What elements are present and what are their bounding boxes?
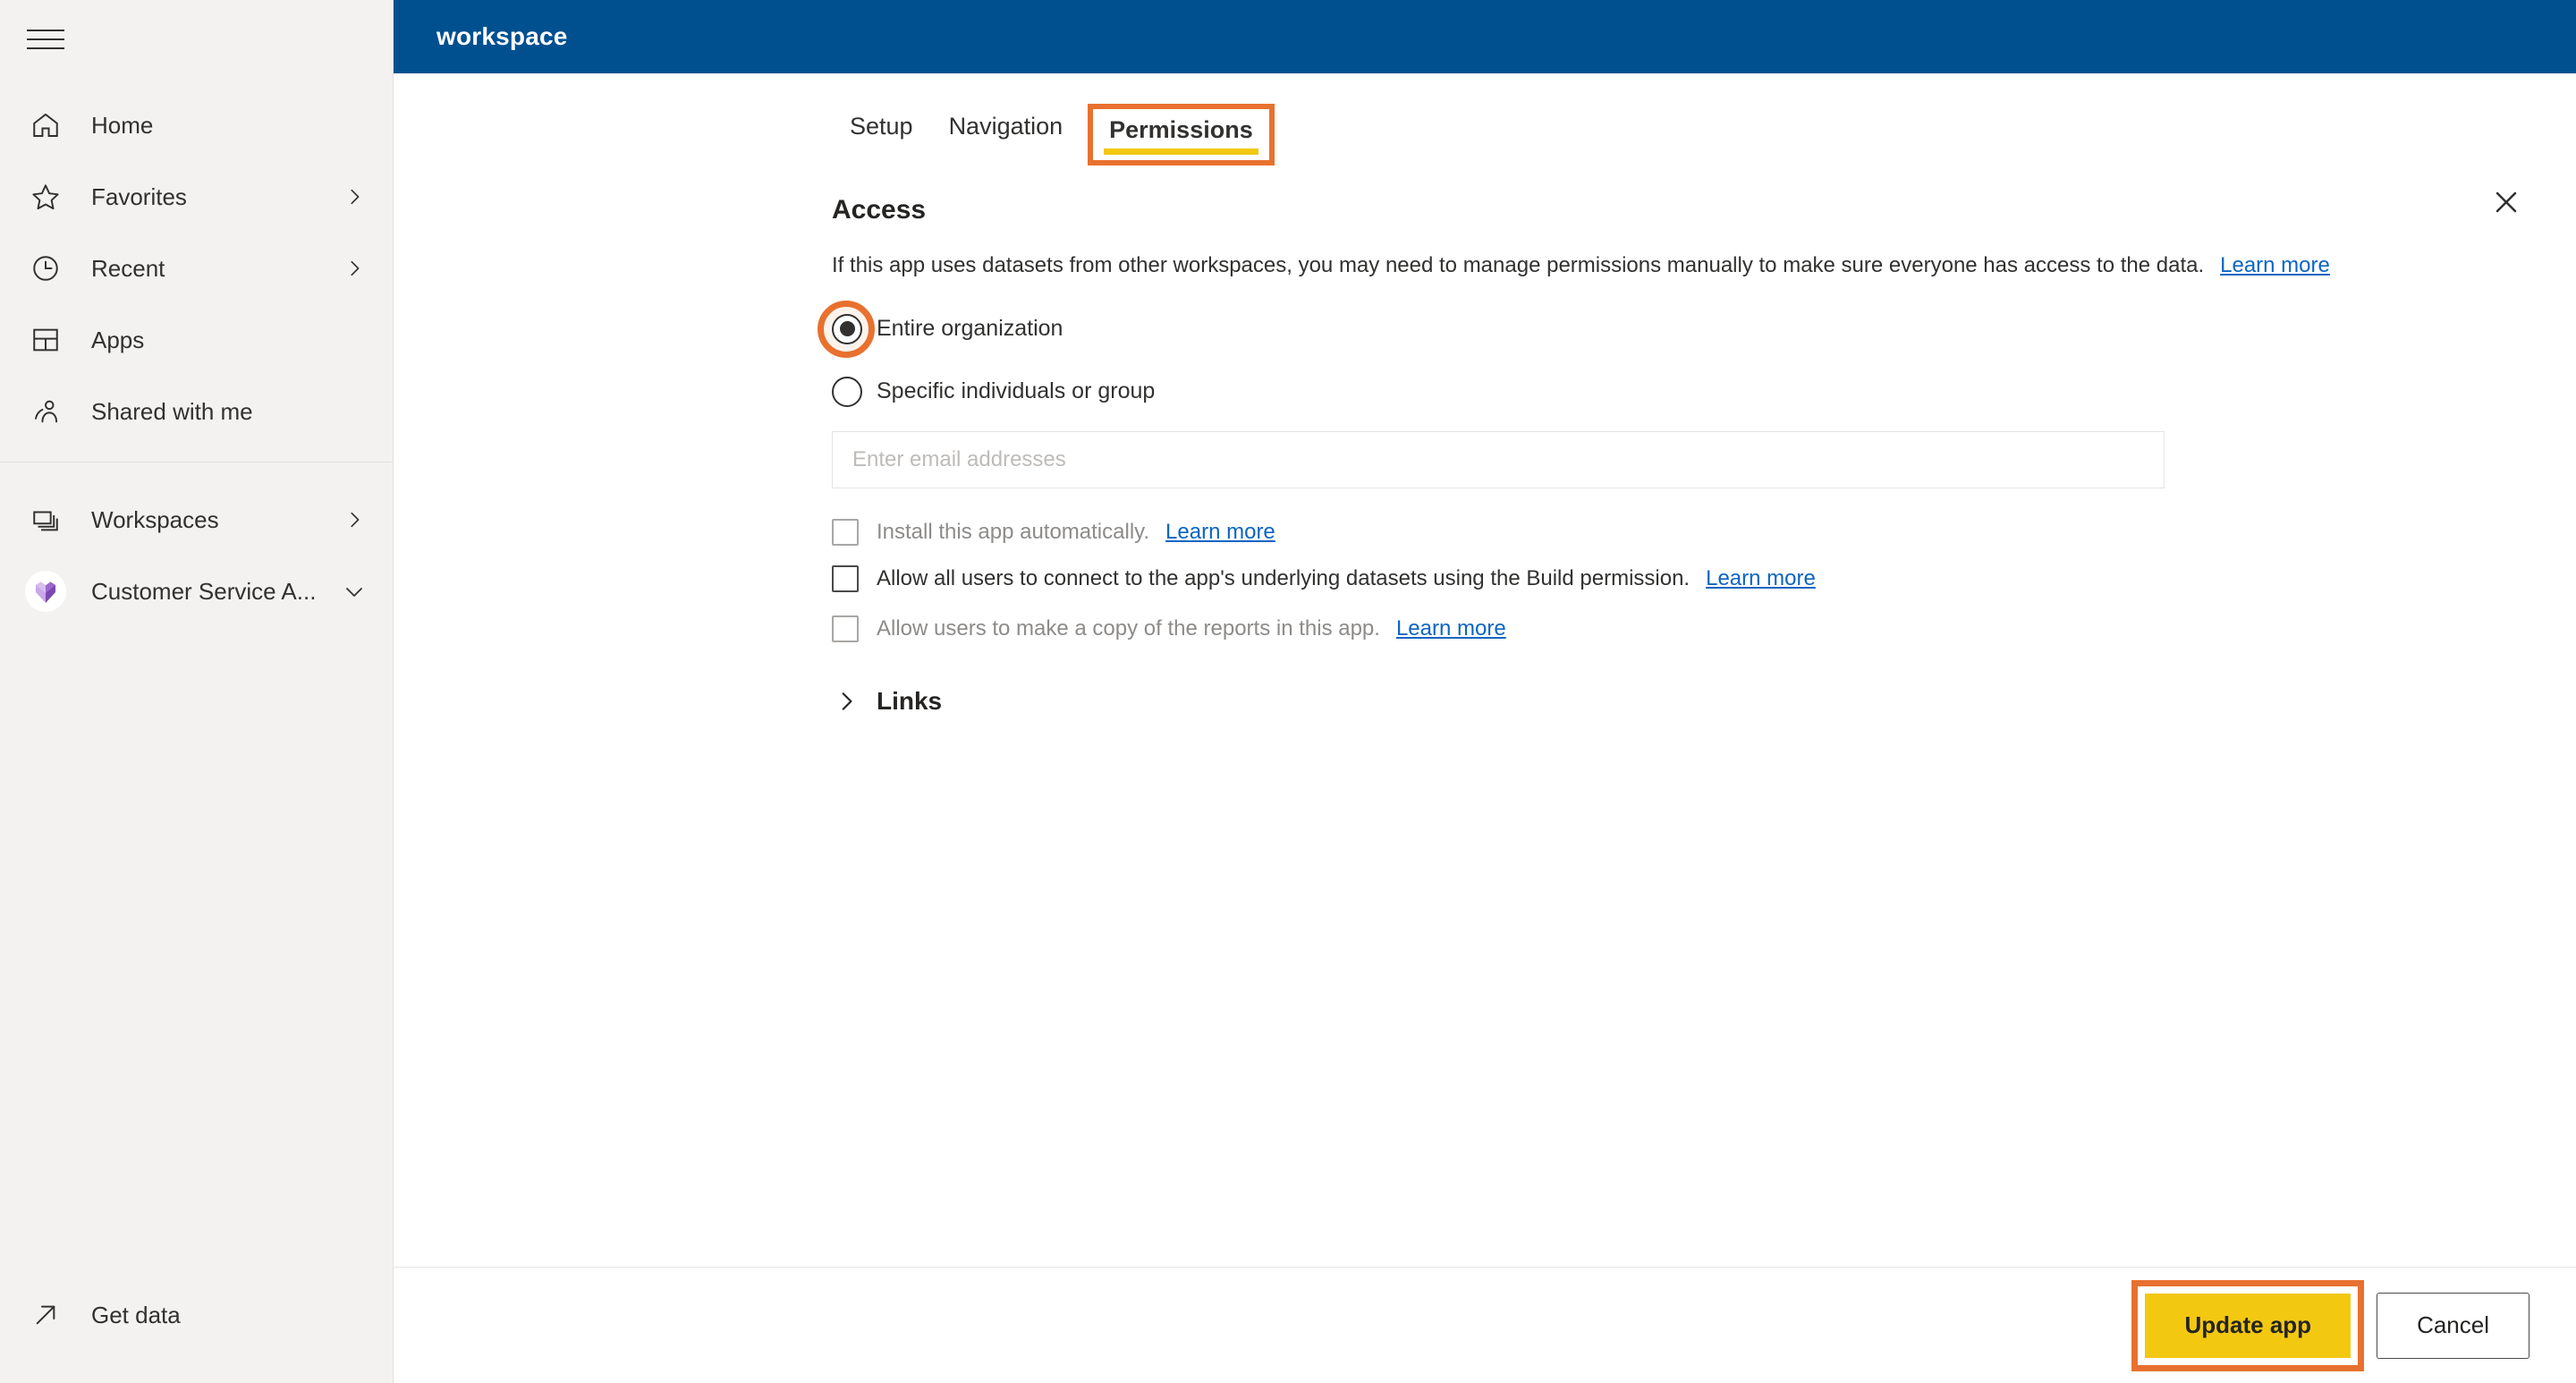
sidebar-item-customer-service-app[interactable]: Customer Service A... bbox=[0, 556, 393, 627]
chevron-right-icon[interactable] bbox=[343, 185, 366, 208]
learn-more-link-build[interactable]: Learn more bbox=[1706, 566, 1816, 591]
sidebar: Home Favorites Recent Apps Shared with m… bbox=[0, 0, 394, 1383]
tab-permissions[interactable]: Permissions bbox=[1093, 109, 1269, 160]
sidebar-item-label: Home bbox=[91, 111, 154, 139]
checkbox-input[interactable] bbox=[832, 615, 859, 642]
checkbox-allow-copy-reports[interactable]: Allow users to make a copy of the report… bbox=[832, 615, 2522, 642]
tab-label: Setup bbox=[850, 113, 913, 140]
dialog-footer: Update app Cancel bbox=[394, 1267, 2576, 1383]
checkbox-label: Allow all users to connect to the app's … bbox=[877, 565, 1690, 590]
sidebar-item-label: Get data bbox=[91, 1301, 181, 1328]
radio-label: Entire organization bbox=[877, 316, 1063, 342]
chevron-right-icon bbox=[832, 687, 860, 716]
radio-selected-dot bbox=[839, 321, 855, 337]
checkbox-input[interactable] bbox=[832, 518, 859, 546]
email-input[interactable] bbox=[852, 446, 2164, 472]
access-section: Access If this app uses datasets from ot… bbox=[394, 195, 2576, 716]
radio-input[interactable] bbox=[832, 376, 862, 407]
star-icon bbox=[25, 176, 66, 217]
tab-setup[interactable]: Setup bbox=[832, 104, 931, 155]
sidebar-item-label: Favorites bbox=[91, 182, 187, 210]
chevron-down-icon[interactable] bbox=[343, 580, 366, 603]
workspace-header: workspace bbox=[394, 0, 2576, 73]
radio-entire-organization[interactable]: Entire organization bbox=[818, 300, 2522, 358]
learn-more-link-install[interactable]: Learn more bbox=[1165, 520, 1275, 545]
sidebar-item-label: Recent bbox=[91, 254, 165, 282]
tab-strip: Setup Navigation Permissions bbox=[394, 73, 2576, 174]
links-section-toggle[interactable]: Links bbox=[832, 687, 2522, 716]
update-app-highlight: Update app bbox=[2131, 1279, 2365, 1371]
access-description: If this app uses datasets from other wor… bbox=[832, 253, 2205, 277]
main-pane: workspace Setup Navigation Permissions A… bbox=[394, 0, 2576, 1383]
app-root: Home Favorites Recent Apps Shared with m… bbox=[0, 0, 2576, 1383]
content-area: Setup Navigation Permissions Access If t… bbox=[394, 73, 2576, 1267]
chevron-right-icon[interactable] bbox=[343, 508, 366, 531]
sidebar-item-get-data[interactable]: Get data bbox=[0, 1279, 393, 1351]
chevron-right-icon[interactable] bbox=[343, 257, 366, 280]
section-heading-access: Access bbox=[832, 195, 927, 225]
tab-label: Permissions bbox=[1109, 116, 1253, 143]
tab-navigation[interactable]: Navigation bbox=[931, 104, 1081, 155]
apps-grid-icon bbox=[25, 319, 66, 361]
hamburger-menu-icon[interactable] bbox=[27, 26, 64, 53]
sidebar-item-label: Workspaces bbox=[91, 505, 219, 533]
sidebar-item-favorites[interactable]: Favorites bbox=[0, 161, 393, 233]
links-section-label: Links bbox=[877, 686, 943, 715]
checkbox-install-app-automatically[interactable]: Install this app automatically. Learn mo… bbox=[832, 518, 2522, 546]
tab-active-underline bbox=[1104, 148, 1258, 155]
sidebar-item-recent[interactable]: Recent bbox=[0, 233, 393, 304]
sidebar-item-home[interactable]: Home bbox=[0, 89, 393, 161]
sidebar-bottom: Get data bbox=[0, 1279, 393, 1383]
radio-label: Specific individuals or group bbox=[877, 378, 1156, 404]
close-icon[interactable] bbox=[2483, 179, 2529, 225]
sidebar-item-label: Apps bbox=[91, 326, 145, 353]
arrow-up-right-icon bbox=[25, 1294, 66, 1336]
app-avatar-icon bbox=[25, 571, 66, 612]
learn-more-link-copy[interactable]: Learn more bbox=[1396, 616, 1506, 641]
radio-input[interactable] bbox=[832, 313, 862, 344]
learn-more-link-access[interactable]: Learn more bbox=[2220, 253, 2330, 277]
hamburger-wrap bbox=[0, 0, 393, 79]
people-icon bbox=[25, 391, 66, 432]
sidebar-item-label: Shared with me bbox=[91, 397, 253, 425]
sidebar-item-label: Customer Service A... bbox=[91, 577, 317, 605]
email-addresses-field[interactable] bbox=[832, 430, 2165, 488]
cancel-button[interactable]: Cancel bbox=[2377, 1292, 2529, 1359]
sidebar-item-shared-with-me[interactable]: Shared with me bbox=[0, 376, 393, 447]
checkbox-label: Install this app automatically. bbox=[877, 519, 1150, 544]
checkbox-label: Allow users to make a copy of the report… bbox=[877, 615, 1380, 641]
tab-permissions-highlight: Permissions bbox=[1088, 104, 1275, 165]
workspaces-stack-icon bbox=[25, 499, 66, 540]
update-app-button[interactable]: Update app bbox=[2145, 1293, 2351, 1358]
sidebar-primary-nav: Home Favorites Recent Apps Shared with m… bbox=[0, 79, 393, 447]
clock-icon bbox=[25, 248, 66, 289]
tab-label: Navigation bbox=[948, 113, 1063, 140]
checkbox-allow-build-permission[interactable]: Allow all users to connect to the app's … bbox=[832, 564, 2522, 592]
access-description-row: If this app uses datasets from other wor… bbox=[832, 250, 2522, 281]
sidebar-workspace-nav: Workspaces Customer Service A... bbox=[0, 473, 393, 627]
home-icon bbox=[25, 105, 66, 146]
sidebar-item-workspaces[interactable]: Workspaces bbox=[0, 484, 393, 556]
checkbox-input[interactable] bbox=[832, 564, 859, 592]
page-title: workspace bbox=[436, 22, 568, 50]
radio-specific-individuals-or-group[interactable]: Specific individuals or group bbox=[832, 367, 2522, 417]
sidebar-item-apps[interactable]: Apps bbox=[0, 304, 393, 376]
